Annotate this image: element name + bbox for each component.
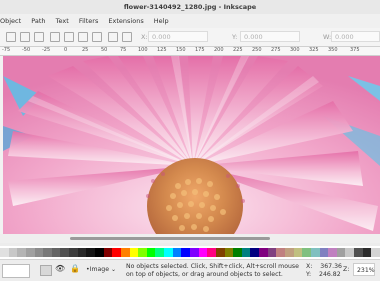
palette-swatch[interactable]	[336, 248, 346, 257]
x-coord-label: X:	[306, 263, 313, 270]
ruler-tick: 25	[82, 47, 89, 53]
ruler-tick: 250	[252, 47, 262, 53]
ruler-tick: 175	[195, 47, 205, 53]
palette-swatch[interactable]	[207, 248, 217, 257]
tool-controls-bar: X: 0.000 Y: 0.000 W: 0.000	[0, 28, 380, 47]
menu-text[interactable]: Text	[56, 14, 69, 28]
palette-swatch[interactable]	[172, 248, 182, 257]
palette-swatch[interactable]	[51, 248, 61, 257]
palette-swatch[interactable]	[362, 248, 372, 257]
palette-swatch[interactable]	[371, 248, 380, 257]
y-field[interactable]: 0.000	[240, 31, 300, 42]
zoom-field[interactable]: 231%	[353, 263, 375, 276]
ruler-tick: 75	[120, 47, 127, 53]
ruler-tick: 200	[214, 47, 224, 53]
ruler-tick: 100	[138, 47, 148, 53]
chevron-down-icon: ⌄	[111, 266, 117, 273]
palette-swatch[interactable]	[17, 248, 27, 257]
palette-swatch[interactable]	[224, 248, 234, 257]
scrollbar-thumb[interactable]	[70, 237, 270, 240]
ruler-tick: 50	[101, 47, 108, 53]
select-all-layers-icon[interactable]	[20, 32, 30, 42]
ruler-tick: 225	[233, 47, 243, 53]
rotate-ccw-icon[interactable]	[50, 32, 60, 42]
fill-stroke-indicator[interactable]	[2, 264, 30, 278]
select-all-icon[interactable]	[6, 32, 16, 42]
x-field[interactable]: 0.000	[148, 31, 208, 42]
palette-swatch[interactable]	[103, 248, 113, 257]
flip-vertical-icon[interactable]	[92, 32, 102, 42]
layer-name: •Image	[86, 266, 110, 273]
x-label: X:	[141, 33, 148, 41]
window-title: flower-3140492_1280.jpg - Inkscape	[0, 0, 380, 14]
status-message: No objects selected. Click, Shift+click,…	[126, 263, 299, 278]
ruler-tick: 275	[271, 47, 281, 53]
palette-swatch[interactable]	[69, 248, 79, 257]
y-label: Y:	[232, 33, 238, 41]
lower-to-bottom-icon[interactable]	[122, 32, 132, 42]
palette-swatch[interactable]	[138, 248, 148, 257]
ruler-tick: -75	[2, 47, 11, 53]
drawing-canvas[interactable]	[3, 56, 380, 234]
palette-swatch[interactable]	[181, 248, 191, 257]
y-coord-label: Y:	[306, 271, 312, 278]
horizontal-scrollbar[interactable]	[0, 234, 380, 243]
palette-swatch[interactable]	[276, 248, 286, 257]
ruler-tick: 0	[64, 47, 68, 53]
palette-swatch[interactable]	[302, 248, 312, 257]
rotate-cw-icon[interactable]	[64, 32, 74, 42]
palette-swatch[interactable]	[267, 248, 277, 257]
opacity-spin[interactable]	[40, 265, 52, 278]
flower-image	[3, 56, 380, 234]
ruler-tick: 300	[290, 47, 300, 53]
palette-swatch[interactable]	[112, 248, 122, 257]
status-bar: 👁 🔒 •Image ⌄ No objects selected. Click,…	[0, 259, 380, 281]
x-coord-value: 367.36	[320, 263, 342, 270]
flip-horizontal-icon[interactable]	[78, 32, 88, 42]
ruler-tick: 125	[157, 47, 167, 53]
menu-extensions[interactable]: Extensions	[108, 14, 143, 28]
ruler-tick: -25	[42, 47, 51, 53]
cursor-coords: X: 367.36 Y: 246.82	[306, 263, 342, 279]
menu-filters[interactable]: Filters	[79, 14, 98, 28]
zoom-label: Z:	[343, 266, 350, 273]
palette-swatch[interactable]	[293, 248, 303, 257]
raise-to-top-icon[interactable]	[108, 32, 118, 42]
menu-path[interactable]: Path	[31, 14, 45, 28]
palette-swatch[interactable]	[8, 248, 18, 257]
ruler-tick: 350	[328, 47, 338, 53]
palette-swatch[interactable]	[259, 248, 269, 257]
palette-swatch[interactable]	[129, 248, 139, 257]
lock-icon[interactable]: 🔒	[70, 264, 80, 273]
ruler-tick: 150	[176, 47, 186, 53]
palette-swatch[interactable]	[146, 248, 156, 257]
palette-swatch[interactable]	[354, 248, 364, 257]
palette-swatch[interactable]	[86, 248, 96, 257]
ruler-tick: -50	[22, 47, 31, 53]
palette-swatch[interactable]	[34, 248, 44, 257]
horizontal-ruler: -75 -50 -25 0 25 50 75 100 125 150 175 2…	[0, 47, 380, 56]
palette-swatch[interactable]	[43, 248, 53, 257]
layer-select[interactable]: •Image ⌄	[86, 263, 120, 276]
w-label: W:	[323, 33, 332, 41]
color-palette	[0, 246, 380, 259]
ruler-tick: 325	[309, 47, 319, 53]
ruler-tick: 375	[350, 47, 360, 53]
palette-swatch[interactable]	[77, 248, 87, 257]
menu-help[interactable]: Help	[154, 14, 169, 28]
palette-swatch[interactable]	[198, 248, 208, 257]
palette-swatch[interactable]	[233, 248, 243, 257]
deselect-icon[interactable]	[34, 32, 44, 42]
menu-object[interactable]: Object	[0, 14, 21, 28]
menu-bar: Object Path Text Filters Extensions Help	[0, 14, 380, 28]
palette-swatch[interactable]	[328, 248, 338, 257]
palette-swatch[interactable]	[241, 248, 251, 257]
palette-swatch[interactable]	[319, 248, 329, 257]
palette-swatch[interactable]	[164, 248, 174, 257]
eye-icon[interactable]: 👁	[55, 264, 65, 273]
w-field[interactable]: 0.000	[331, 31, 380, 42]
y-coord-value: 246.82	[319, 271, 341, 278]
